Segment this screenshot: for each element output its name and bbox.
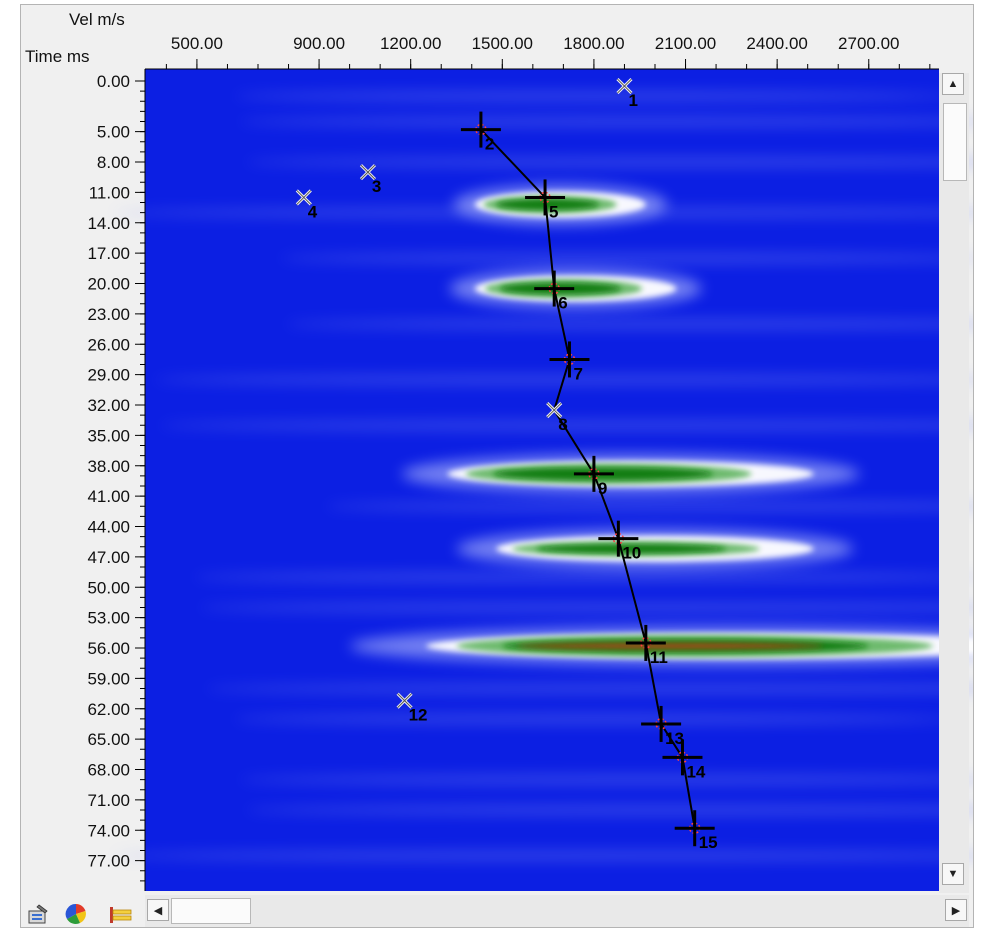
x-tick-label: 900.00 — [293, 34, 345, 53]
y-tick-label: 5.00 — [97, 123, 130, 142]
x-tick-label: 2700.00 — [838, 34, 899, 53]
semblance-band — [233, 713, 954, 724]
y-tick-label: 20.00 — [87, 275, 130, 294]
x-tick-label: 1200.00 — [380, 34, 441, 53]
y-tick-label: 50.00 — [87, 578, 130, 597]
y-tick-label: 29.00 — [87, 366, 130, 385]
time-axis-label: Time ms — [25, 47, 90, 66]
scroll-left-button[interactable]: ◀ — [147, 899, 169, 921]
y-tick-label: 32.00 — [87, 396, 130, 415]
y-tick-label: 26.00 — [87, 335, 130, 354]
velocity-analysis-panel: Vel m/s Time ms 500.00 900.00 1200.00 1500.… — [20, 4, 974, 928]
x-tick-label: 2400.00 — [746, 34, 807, 53]
pick-label: 8 — [558, 415, 567, 434]
velocity-axis-label: Vel m/s — [69, 10, 125, 29]
vertical-scrollbar[interactable] — [939, 73, 969, 893]
y-tick-label: 77.00 — [87, 852, 130, 871]
semblance-band — [279, 253, 973, 264]
horizontal-scrollbar[interactable] — [145, 895, 969, 927]
y-tick-label: 71.00 — [87, 791, 130, 810]
y-tick-label: 35.00 — [87, 426, 130, 445]
y-tick-label: 8.00 — [97, 153, 130, 172]
semblance-band — [233, 91, 954, 102]
pick-label: 15 — [699, 833, 718, 852]
y-tick-label: 68.00 — [87, 761, 130, 780]
color-palette-icon[interactable] — [63, 903, 89, 925]
semblance-band — [194, 572, 973, 583]
semblance-peak-core — [496, 199, 599, 211]
y-tick-label: 65.00 — [87, 730, 130, 749]
y-tick-label: 74.00 — [87, 821, 130, 840]
y-tick-label: 0.00 — [97, 72, 130, 91]
y-tick-label: 23.00 — [87, 305, 130, 324]
pick-label: 5 — [549, 202, 558, 221]
y-tick-label: 59.00 — [87, 669, 130, 688]
y-tick-label: 38.00 — [87, 457, 130, 476]
color-bar-icon[interactable] — [107, 903, 133, 925]
x-tick-label: 1500.00 — [472, 34, 533, 53]
x-tick-label: 2100.00 — [655, 34, 716, 53]
pick-label: 14 — [686, 762, 705, 781]
pick-label: 6 — [558, 294, 567, 313]
pick-label: 3 — [372, 177, 381, 196]
pick-label: 7 — [573, 364, 582, 383]
y-tick-label: 53.00 — [87, 609, 130, 628]
scroll-up-button[interactable]: ▲ — [942, 73, 964, 95]
scroll-down-button[interactable]: ▼ — [942, 863, 964, 885]
y-tick-label: 56.00 — [87, 639, 130, 658]
y-tick-label: 17.00 — [87, 244, 130, 263]
y-tick-label: 44.00 — [87, 518, 130, 537]
pick-label: 4 — [308, 202, 318, 221]
y-tick-label: 14.00 — [87, 214, 130, 233]
x-tick-label: 500.00 — [171, 34, 223, 53]
vertical-scroll-thumb[interactable] — [943, 103, 967, 181]
pick-label: 9 — [598, 479, 607, 498]
pick-label: 1 — [628, 91, 637, 110]
pick-label: 2 — [485, 135, 494, 154]
y-tick-label: 41.00 — [87, 487, 130, 506]
pick-label: 10 — [622, 544, 641, 563]
y-tick-label: 62.00 — [87, 700, 130, 719]
pick-label: 11 — [650, 648, 668, 667]
x-tick-label: 1800.00 — [563, 34, 624, 53]
y-tick-label: 11.00 — [89, 183, 130, 202]
pick-label: 12 — [409, 706, 428, 725]
scroll-right-button[interactable]: ▶ — [945, 899, 967, 921]
horizontal-scroll-thumb[interactable] — [171, 898, 251, 924]
y-tick-label: 47.00 — [87, 548, 130, 567]
properties-icon[interactable] — [25, 903, 51, 925]
semblance-peak-hot — [517, 643, 823, 649]
semblance-plot[interactable]: Vel m/s Time ms 500.00 900.00 1200.00 1500.… — [21, 5, 973, 927]
